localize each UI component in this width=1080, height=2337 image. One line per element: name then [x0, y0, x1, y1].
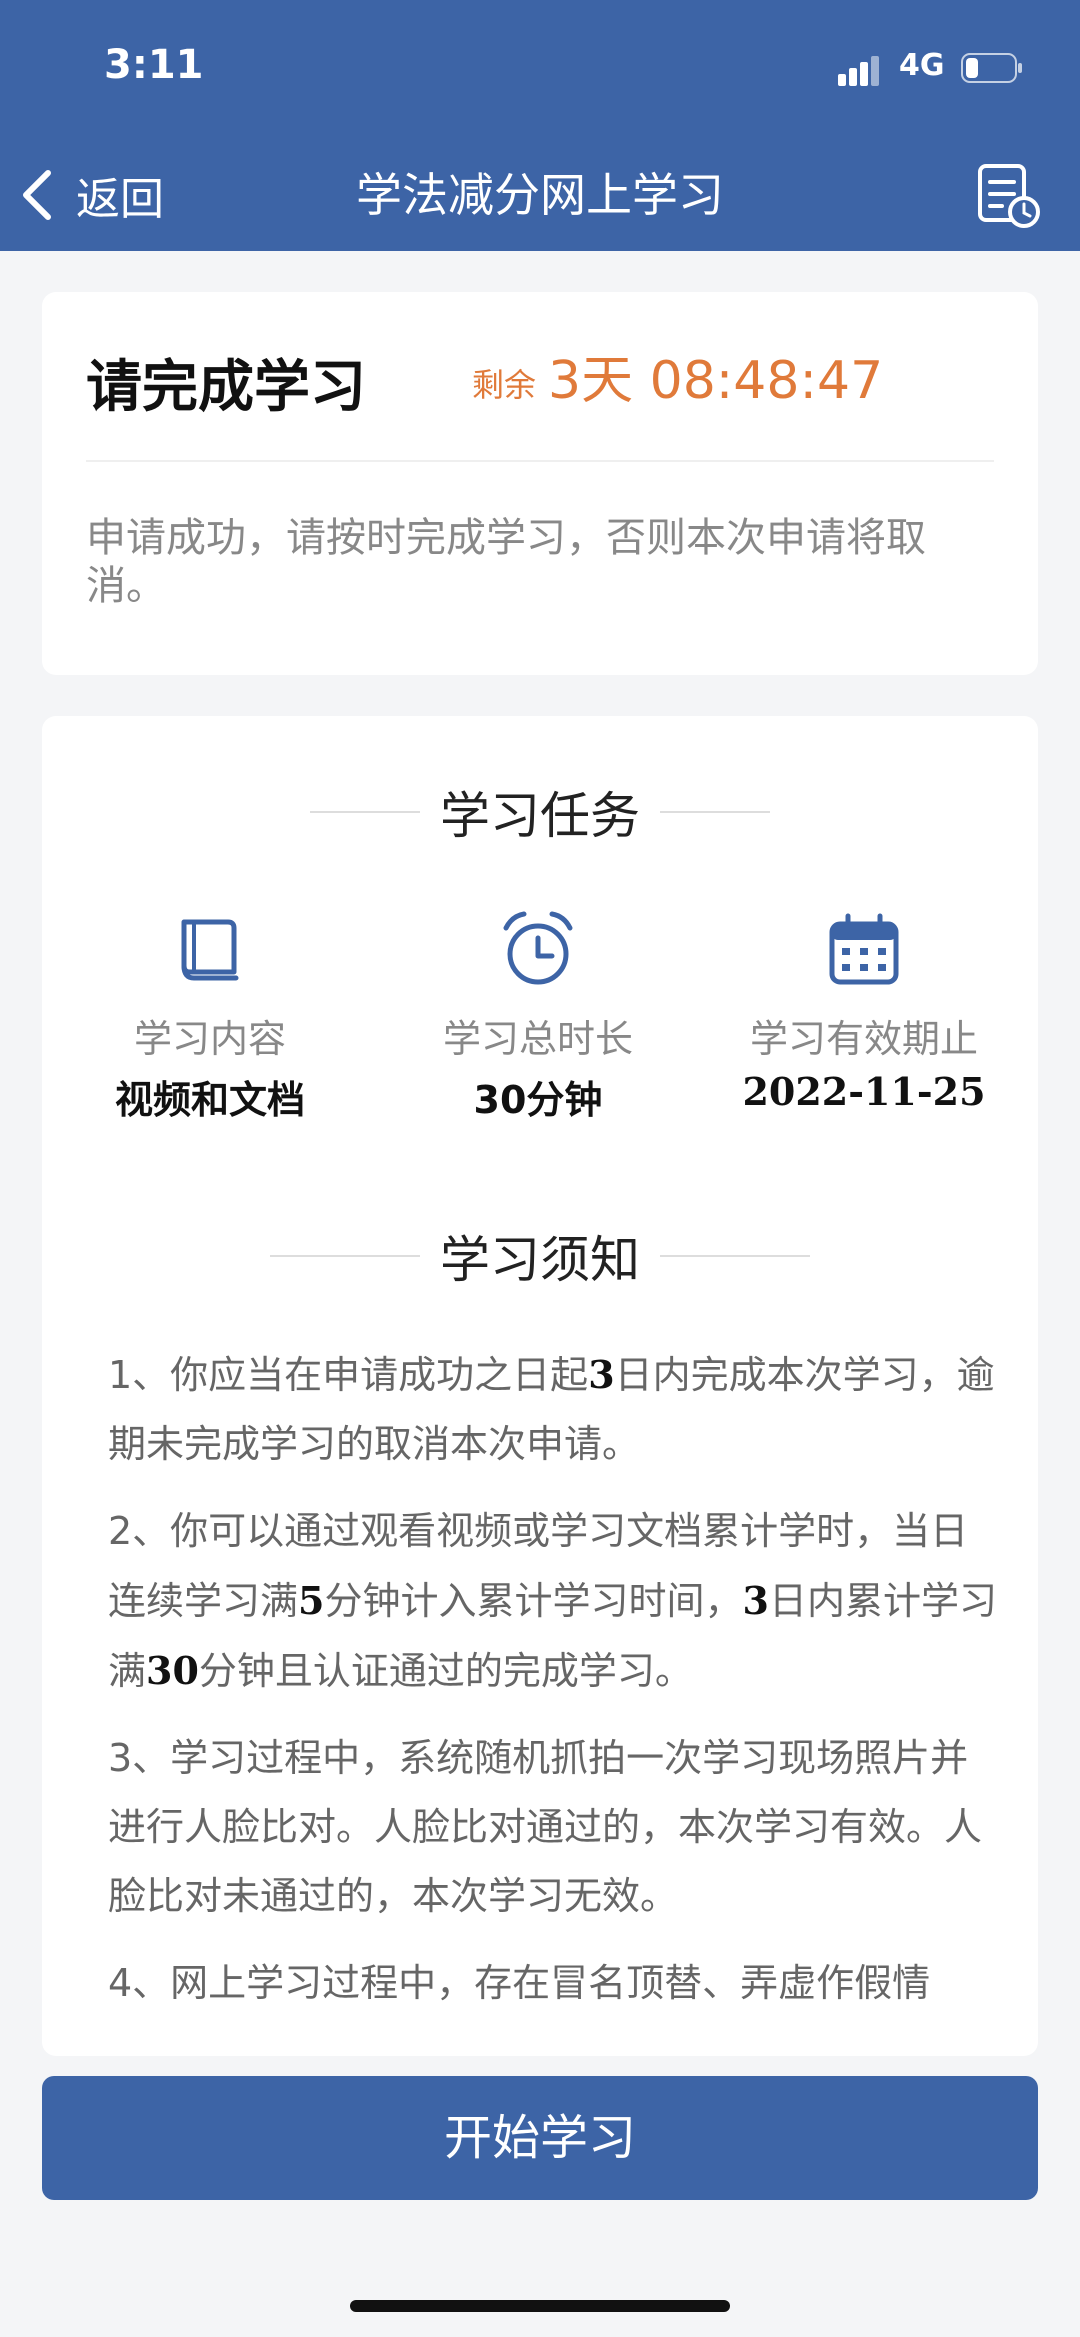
- task-heading: 学习任务: [440, 787, 640, 845]
- status-bar: 3:11 4G: [0, 0, 1080, 140]
- rule-number: 3: [588, 1352, 615, 1397]
- book-icon: [181, 919, 239, 981]
- task-label: 学习内容: [133, 1017, 286, 1061]
- task-value: 视频和文档: [114, 1078, 305, 1122]
- task-label: 学习有效期止: [749, 1017, 978, 1061]
- notice-text: 申请成功，请按时完成学习，否则本次申请将取消。: [86, 515, 926, 609]
- task-item-deadline: 学习有效期止 2022-11-25: [714, 910, 1014, 1114]
- network-type: 4G: [899, 48, 945, 83]
- start-study-button[interactable]: 开始学习: [42, 2076, 1038, 2200]
- rules-list: 1、你应当在申请成功之日起3日内完成本次学习，逾期未完成学习的取消本次申请。 2…: [108, 1340, 998, 2036]
- calendar-icon: [829, 913, 899, 985]
- rule-number: 5: [298, 1578, 325, 1623]
- app-header: 3:11 4G 返回 学法减分网上学习: [0, 0, 1080, 251]
- rule-number: 3: [742, 1578, 769, 1623]
- rule-item: 2、你可以通过观看视频或学习文档累计学时，当日连续学习满5分钟计入累计学习时间，…: [108, 1497, 998, 1706]
- rule-item: 4、网上学习过程中，存在冒名顶替、弄虚作假情: [108, 1949, 998, 2018]
- status-title: 请完成学习: [86, 355, 366, 420]
- task-item-duration: 学习总时长 30分钟: [388, 910, 688, 1124]
- study-record-icon[interactable]: [972, 160, 1042, 230]
- study-info-card: 学习任务 学习内容 视频和文档 学习总时长 30分钟 学习有效期止 2022-1…: [42, 716, 1038, 2056]
- page-title: 学法减分网上学习: [356, 168, 724, 222]
- task-item-content: 学习内容 视频和文档: [60, 910, 360, 1124]
- divider: [270, 1255, 420, 1257]
- rule-text: 3、学习过程中，系统随机抓拍一次学习现场照片并进行人脸比对。人脸比对通过的，本次…: [108, 1736, 983, 1918]
- rules-heading: 学习须知: [440, 1231, 640, 1289]
- rule-number: 30: [146, 1648, 199, 1693]
- status-card: 请完成学习 剩余 3天 08:48:47 申请成功，请按时完成学习，否则本次申请…: [42, 292, 1038, 675]
- rule-item: 1、你应当在申请成功之日起3日内完成本次学习，逾期未完成学习的取消本次申请。: [108, 1340, 998, 1479]
- divider: [310, 811, 420, 813]
- nav-bar: 返回 学法减分网上学习: [0, 140, 1080, 251]
- status-time: 3:11: [104, 42, 204, 88]
- divider: [660, 1255, 810, 1257]
- rule-text: 1、你应当在申请成功之日起: [108, 1353, 589, 1397]
- task-section-header: 学习任务: [42, 776, 1038, 848]
- rule-item: 3、学习过程中，系统随机抓拍一次学习现场照片并进行人脸比对。人脸比对通过的，本次…: [108, 1724, 998, 1931]
- rule-text: 分钟计入累计学习时间，: [324, 1579, 743, 1623]
- home-indicator: [350, 2300, 730, 2312]
- divider: [86, 460, 994, 462]
- countdown-timer: 3天 08:48:47: [548, 351, 884, 411]
- rule-text: 4、网上学习过程中，存在冒名顶替、弄虚作假情: [108, 1961, 931, 2005]
- task-label: 学习总时长: [442, 1017, 633, 1061]
- rules-section-header: 学习须知: [42, 1220, 1038, 1292]
- rule-text: 分钟且认证通过的完成学习。: [198, 1649, 693, 1693]
- task-value: 30分钟: [473, 1078, 603, 1122]
- signal-icon: [838, 56, 879, 86]
- task-value: 2022-11-25: [742, 1069, 986, 1114]
- alarm-clock-icon: [503, 911, 573, 985]
- remaining-label: 剩余: [472, 366, 537, 404]
- battery-icon: [961, 53, 1022, 83]
- divider: [660, 811, 770, 813]
